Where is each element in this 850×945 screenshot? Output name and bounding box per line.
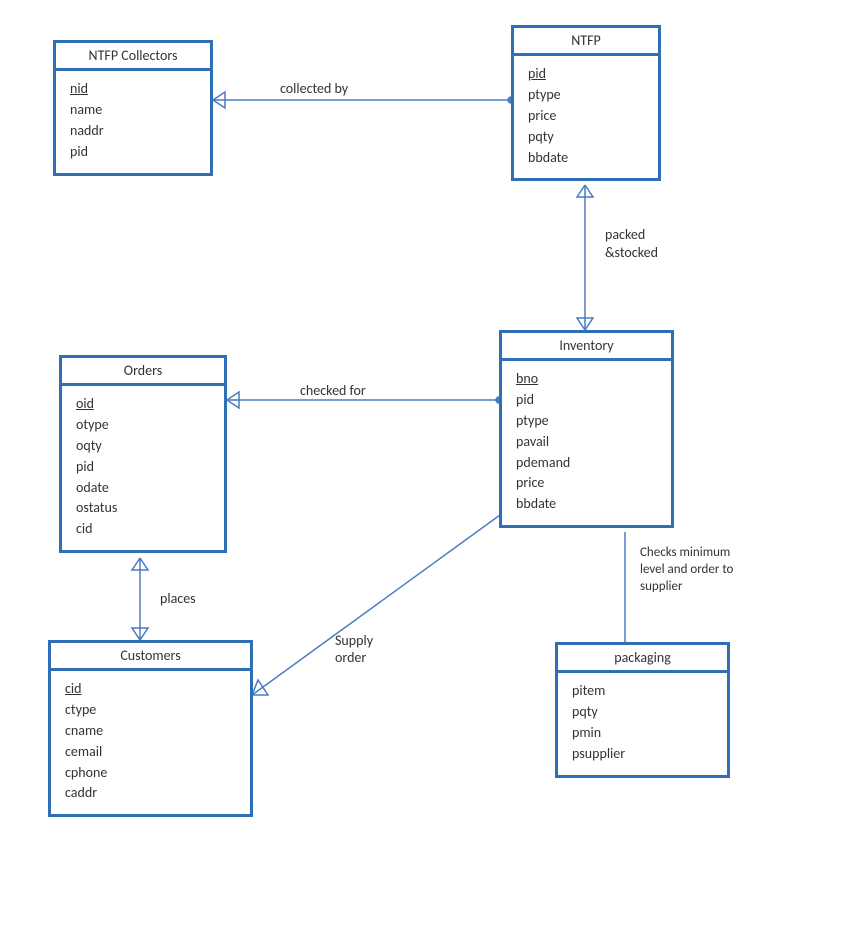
entity-attrs: pid ptype price pqty bbdate: [514, 56, 658, 178]
attr: ptype: [528, 85, 644, 106]
entity-attrs: nid name naddr pid: [56, 71, 210, 173]
attr: oid: [76, 394, 210, 415]
rel-checks-min-3: supplier: [640, 579, 683, 594]
attr: odate: [76, 478, 210, 499]
attr: price: [528, 106, 644, 127]
attr: bbdate: [516, 494, 657, 515]
entity-packaging: packaging pitem pqty pmin psupplier: [555, 642, 730, 778]
attr: pqty: [528, 127, 644, 148]
entity-title: NTFP: [514, 28, 658, 56]
rel-packed-stocked-2: &stocked: [605, 244, 658, 261]
attr: otype: [76, 415, 210, 436]
rel-places: places: [160, 590, 196, 607]
rel-checked-for: checked for: [300, 382, 366, 399]
attr: ptype: [516, 411, 657, 432]
attr: pitem: [572, 681, 713, 702]
entity-orders: Orders oid otype oqty pid odate ostatus …: [59, 355, 227, 553]
attr: psupplier: [572, 744, 713, 765]
attr: pid: [76, 457, 210, 478]
attr: cemail: [65, 742, 236, 763]
attr: cid: [65, 679, 236, 700]
rel-checks-min-2: level and order to: [640, 562, 733, 577]
attr: pid: [528, 64, 644, 85]
entity-attrs: pitem pqty pmin psupplier: [558, 673, 727, 775]
entity-title: Inventory: [502, 333, 671, 361]
attr: name: [70, 100, 196, 121]
rel-supply-order: Supply order: [335, 632, 373, 666]
attr: bno: [516, 369, 657, 390]
attr: pdemand: [516, 453, 657, 474]
attr: oqty: [76, 436, 210, 457]
entity-ntfp: NTFP pid ptype price pqty bbdate: [511, 25, 661, 181]
rel-packed-stocked-1: packed: [605, 226, 645, 243]
attr: caddr: [65, 783, 236, 804]
attr: price: [516, 473, 657, 494]
entity-attrs: bno pid ptype pavail pdemand price bbdat…: [502, 361, 671, 525]
entity-title: NTFP Collectors: [56, 43, 210, 71]
attr: pavail: [516, 432, 657, 453]
attr: nid: [70, 79, 196, 100]
attr: cname: [65, 721, 236, 742]
attr: bbdate: [528, 148, 644, 169]
entity-title: packaging: [558, 645, 727, 673]
attr: pmin: [572, 723, 713, 744]
attr: cid: [76, 519, 210, 540]
entity-attrs: cid ctype cname cemail cphone caddr: [51, 671, 250, 814]
entity-customers: Customers cid ctype cname cemail cphone …: [48, 640, 253, 817]
attr: pid: [516, 390, 657, 411]
entity-inventory: Inventory bno pid ptype pavail pdemand p…: [499, 330, 674, 528]
er-diagram-canvas: NTFP Collectors nid name naddr pid NTFP …: [0, 0, 850, 945]
attr: pid: [70, 142, 196, 163]
entity-attrs: oid otype oqty pid odate ostatus cid: [62, 386, 224, 550]
attr: ostatus: [76, 498, 210, 519]
rel-collected-by: collected by: [280, 80, 348, 97]
attr: naddr: [70, 121, 196, 142]
attr: cphone: [65, 763, 236, 784]
entity-title: Customers: [51, 643, 250, 671]
rel-checks-min-1: Checks minimum: [640, 545, 730, 560]
entity-title: Orders: [62, 358, 224, 386]
attr: ctype: [65, 700, 236, 721]
attr: pqty: [572, 702, 713, 723]
entity-ntfp-collectors: NTFP Collectors nid name naddr pid: [53, 40, 213, 176]
